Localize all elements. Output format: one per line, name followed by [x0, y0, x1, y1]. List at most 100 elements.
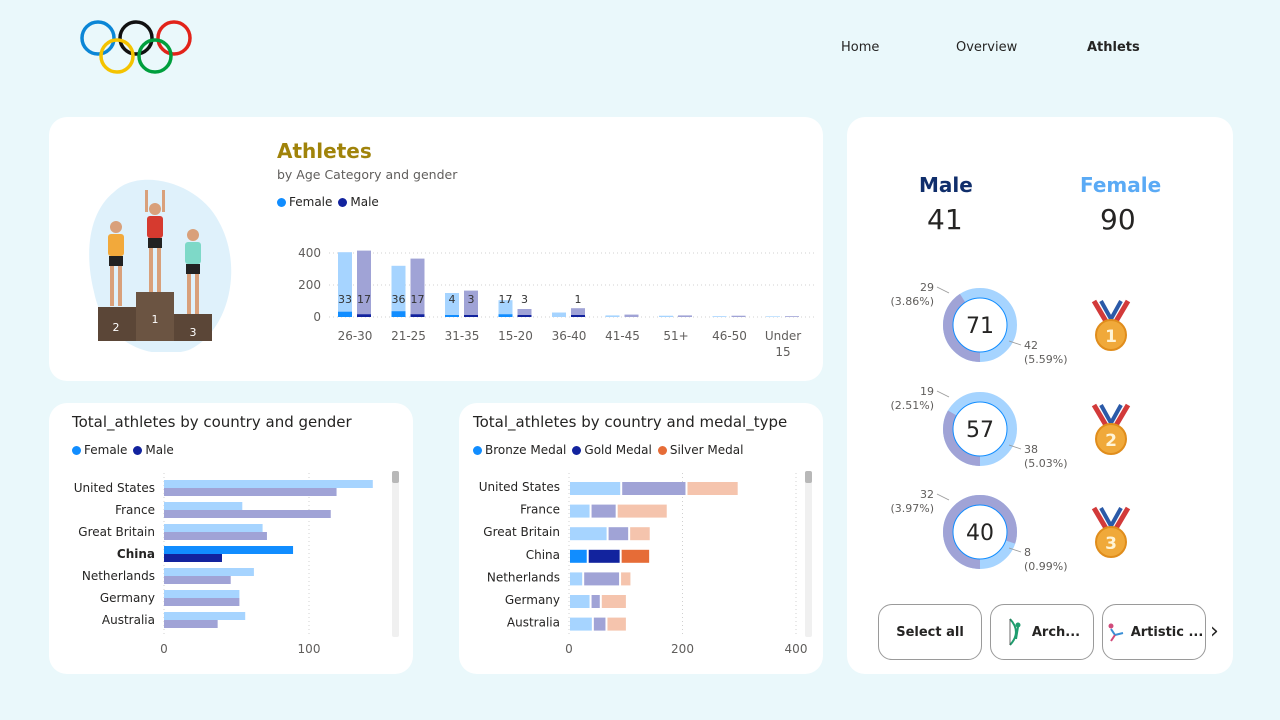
- bar-gold-medal[interactable]: [608, 527, 629, 541]
- bar-silver-medal[interactable]: [687, 482, 738, 495]
- x-tick-label: 41-45: [605, 329, 640, 343]
- legend-male[interactable]: Male: [338, 195, 379, 209]
- sport-archery-button[interactable]: Arch...: [990, 604, 1094, 660]
- scrollbar[interactable]: [392, 471, 399, 637]
- legend-gold[interactable]: Gold Medal: [572, 443, 652, 457]
- bar-male[interactable]: [357, 250, 371, 317]
- donut-1[interactable]: 71 29(3.86%) 42(5.59%): [890, 281, 1067, 366]
- donut-2[interactable]: 57 19(2.51%) 38(5.03%): [890, 385, 1067, 470]
- legend-female[interactable]: Female: [277, 195, 332, 209]
- nav-athlets[interactable]: Athlets: [1087, 40, 1140, 55]
- medal-donut-charts[interactable]: 7129(3.86%)42(5.59%) 1 5719(2.51%)38(5.03%…: [877, 277, 1217, 597]
- bar-bronze-medal[interactable]: [570, 595, 590, 608]
- bar-gold-medal[interactable]: [588, 549, 620, 563]
- x-tick-label: 0: [160, 642, 168, 656]
- bar-female[interactable]: [164, 502, 243, 510]
- bar-highlight-male[interactable]: [410, 314, 425, 317]
- bar-gold-medal[interactable]: [593, 617, 606, 631]
- bar-gold-medal[interactable]: [591, 595, 600, 608]
- bar-female[interactable]: [164, 612, 246, 620]
- bar-gold-medal[interactable]: [591, 504, 616, 518]
- data-label: 3: [468, 293, 475, 306]
- bar-male[interactable]: [164, 576, 231, 584]
- bar-highlight-female[interactable]: [391, 311, 406, 317]
- sport-artistic-button[interactable]: Artistic ...: [1102, 604, 1206, 660]
- legend-silver[interactable]: Silver Medal: [657, 443, 743, 457]
- bar-female[interactable]: [164, 590, 240, 598]
- y-tick-label: Netherlands: [82, 569, 155, 583]
- female-label: Female: [1080, 173, 1162, 197]
- bar-female[interactable]: [766, 316, 780, 317]
- scrollbar[interactable]: [805, 471, 812, 637]
- bar-bronze-medal[interactable]: [570, 527, 607, 541]
- bar-bronze-medal[interactable]: [570, 549, 587, 563]
- bar-female[interactable]: [164, 480, 373, 488]
- leader-line: [936, 390, 950, 398]
- bar-female[interactable]: [164, 524, 263, 532]
- bar-highlight-female[interactable]: [338, 311, 352, 317]
- nav-overview[interactable]: Overview: [956, 40, 1017, 55]
- bar-silver-medal[interactable]: [601, 595, 626, 608]
- bar-female[interactable]: [338, 252, 352, 317]
- legend-female[interactable]: Female: [72, 443, 127, 457]
- bar-silver-medal[interactable]: [630, 527, 650, 541]
- bar-female[interactable]: [164, 546, 294, 554]
- country-gender-bar-chart[interactable]: 0 100 United States France Great Britain Chin…: [49, 463, 389, 668]
- bar-bronze-medal[interactable]: [570, 617, 592, 631]
- select-all-button[interactable]: Select all: [878, 604, 982, 660]
- bar-male[interactable]: [678, 315, 692, 317]
- bar-silver-medal[interactable]: [621, 549, 650, 563]
- bar-silver-medal[interactable]: [617, 504, 667, 518]
- bar-highlight-female[interactable]: [498, 314, 513, 317]
- bar-highlight-male[interactable]: [464, 315, 478, 317]
- bar-male[interactable]: [410, 258, 425, 317]
- gold-medal-icon: 1: [1091, 299, 1131, 351]
- bar-bronze-medal[interactable]: [570, 482, 621, 495]
- bar-gold-medal[interactable]: [584, 572, 620, 586]
- donut-3[interactable]: 40 32(3.97%) 8(0.99%): [890, 488, 1067, 573]
- bar-female[interactable]: [712, 316, 727, 317]
- bar-silver-medal[interactable]: [621, 572, 631, 586]
- bar-female[interactable]: [164, 568, 254, 576]
- bar-male[interactable]: [624, 314, 639, 317]
- bar-female[interactable]: [605, 315, 620, 317]
- donut-right-pct: (0.99%): [1024, 560, 1068, 573]
- bar-female[interactable]: [391, 265, 406, 317]
- bar-highlight-male[interactable]: [571, 315, 585, 317]
- x-tick-label: 46-50: [712, 329, 747, 343]
- bar-silver-medal[interactable]: [607, 617, 626, 631]
- bar-gold-medal[interactable]: [622, 482, 686, 495]
- donut-center-value: 57: [966, 418, 994, 443]
- y-tick-label: Great Britain: [483, 525, 560, 539]
- bar-male[interactable]: [164, 532, 267, 540]
- x-tick-label: 15-20: [498, 329, 533, 343]
- olympic-rings-logo: [80, 20, 192, 74]
- slicer-next-arrow[interactable]: ›: [1210, 619, 1219, 644]
- podium-place-1: 1: [152, 313, 159, 326]
- bar-highlight-male[interactable]: [357, 314, 371, 317]
- bar-female[interactable]: [659, 315, 673, 317]
- age-category-bar-chart[interactable]: 020040033 1726-3036 1721-254 331-3517 315-20…: [269, 232, 819, 362]
- donut-left-value: 32: [920, 488, 934, 501]
- donut-left-value: 29: [920, 281, 934, 294]
- legend-bronze[interactable]: Bronze Medal: [473, 443, 566, 457]
- bar-male[interactable]: [731, 315, 746, 317]
- bar-female[interactable]: [552, 312, 566, 317]
- legend-male[interactable]: Male: [133, 443, 174, 457]
- y-tick-label: United States: [479, 480, 560, 494]
- bar-male[interactable]: [164, 620, 218, 628]
- bar-highlight-male[interactable]: [517, 315, 532, 317]
- country-gender-title: Total_athletes by country and gender: [72, 413, 352, 431]
- x-tick-label: 51+: [663, 329, 688, 343]
- bar-male[interactable]: [164, 510, 331, 518]
- data-label: 3: [521, 293, 528, 306]
- bar-bronze-medal[interactable]: [570, 504, 590, 518]
- bar-male[interactable]: [164, 554, 222, 562]
- bar-male[interactable]: [164, 598, 240, 606]
- bar-male[interactable]: [164, 488, 337, 496]
- bar-highlight-female[interactable]: [445, 315, 459, 317]
- nav-home[interactable]: Home: [841, 40, 879, 55]
- bar-male[interactable]: [785, 316, 799, 317]
- bar-bronze-medal[interactable]: [570, 572, 583, 586]
- country-medal-bar-chart[interactable]: 0 200 400 United States France Great Britain C…: [459, 463, 809, 668]
